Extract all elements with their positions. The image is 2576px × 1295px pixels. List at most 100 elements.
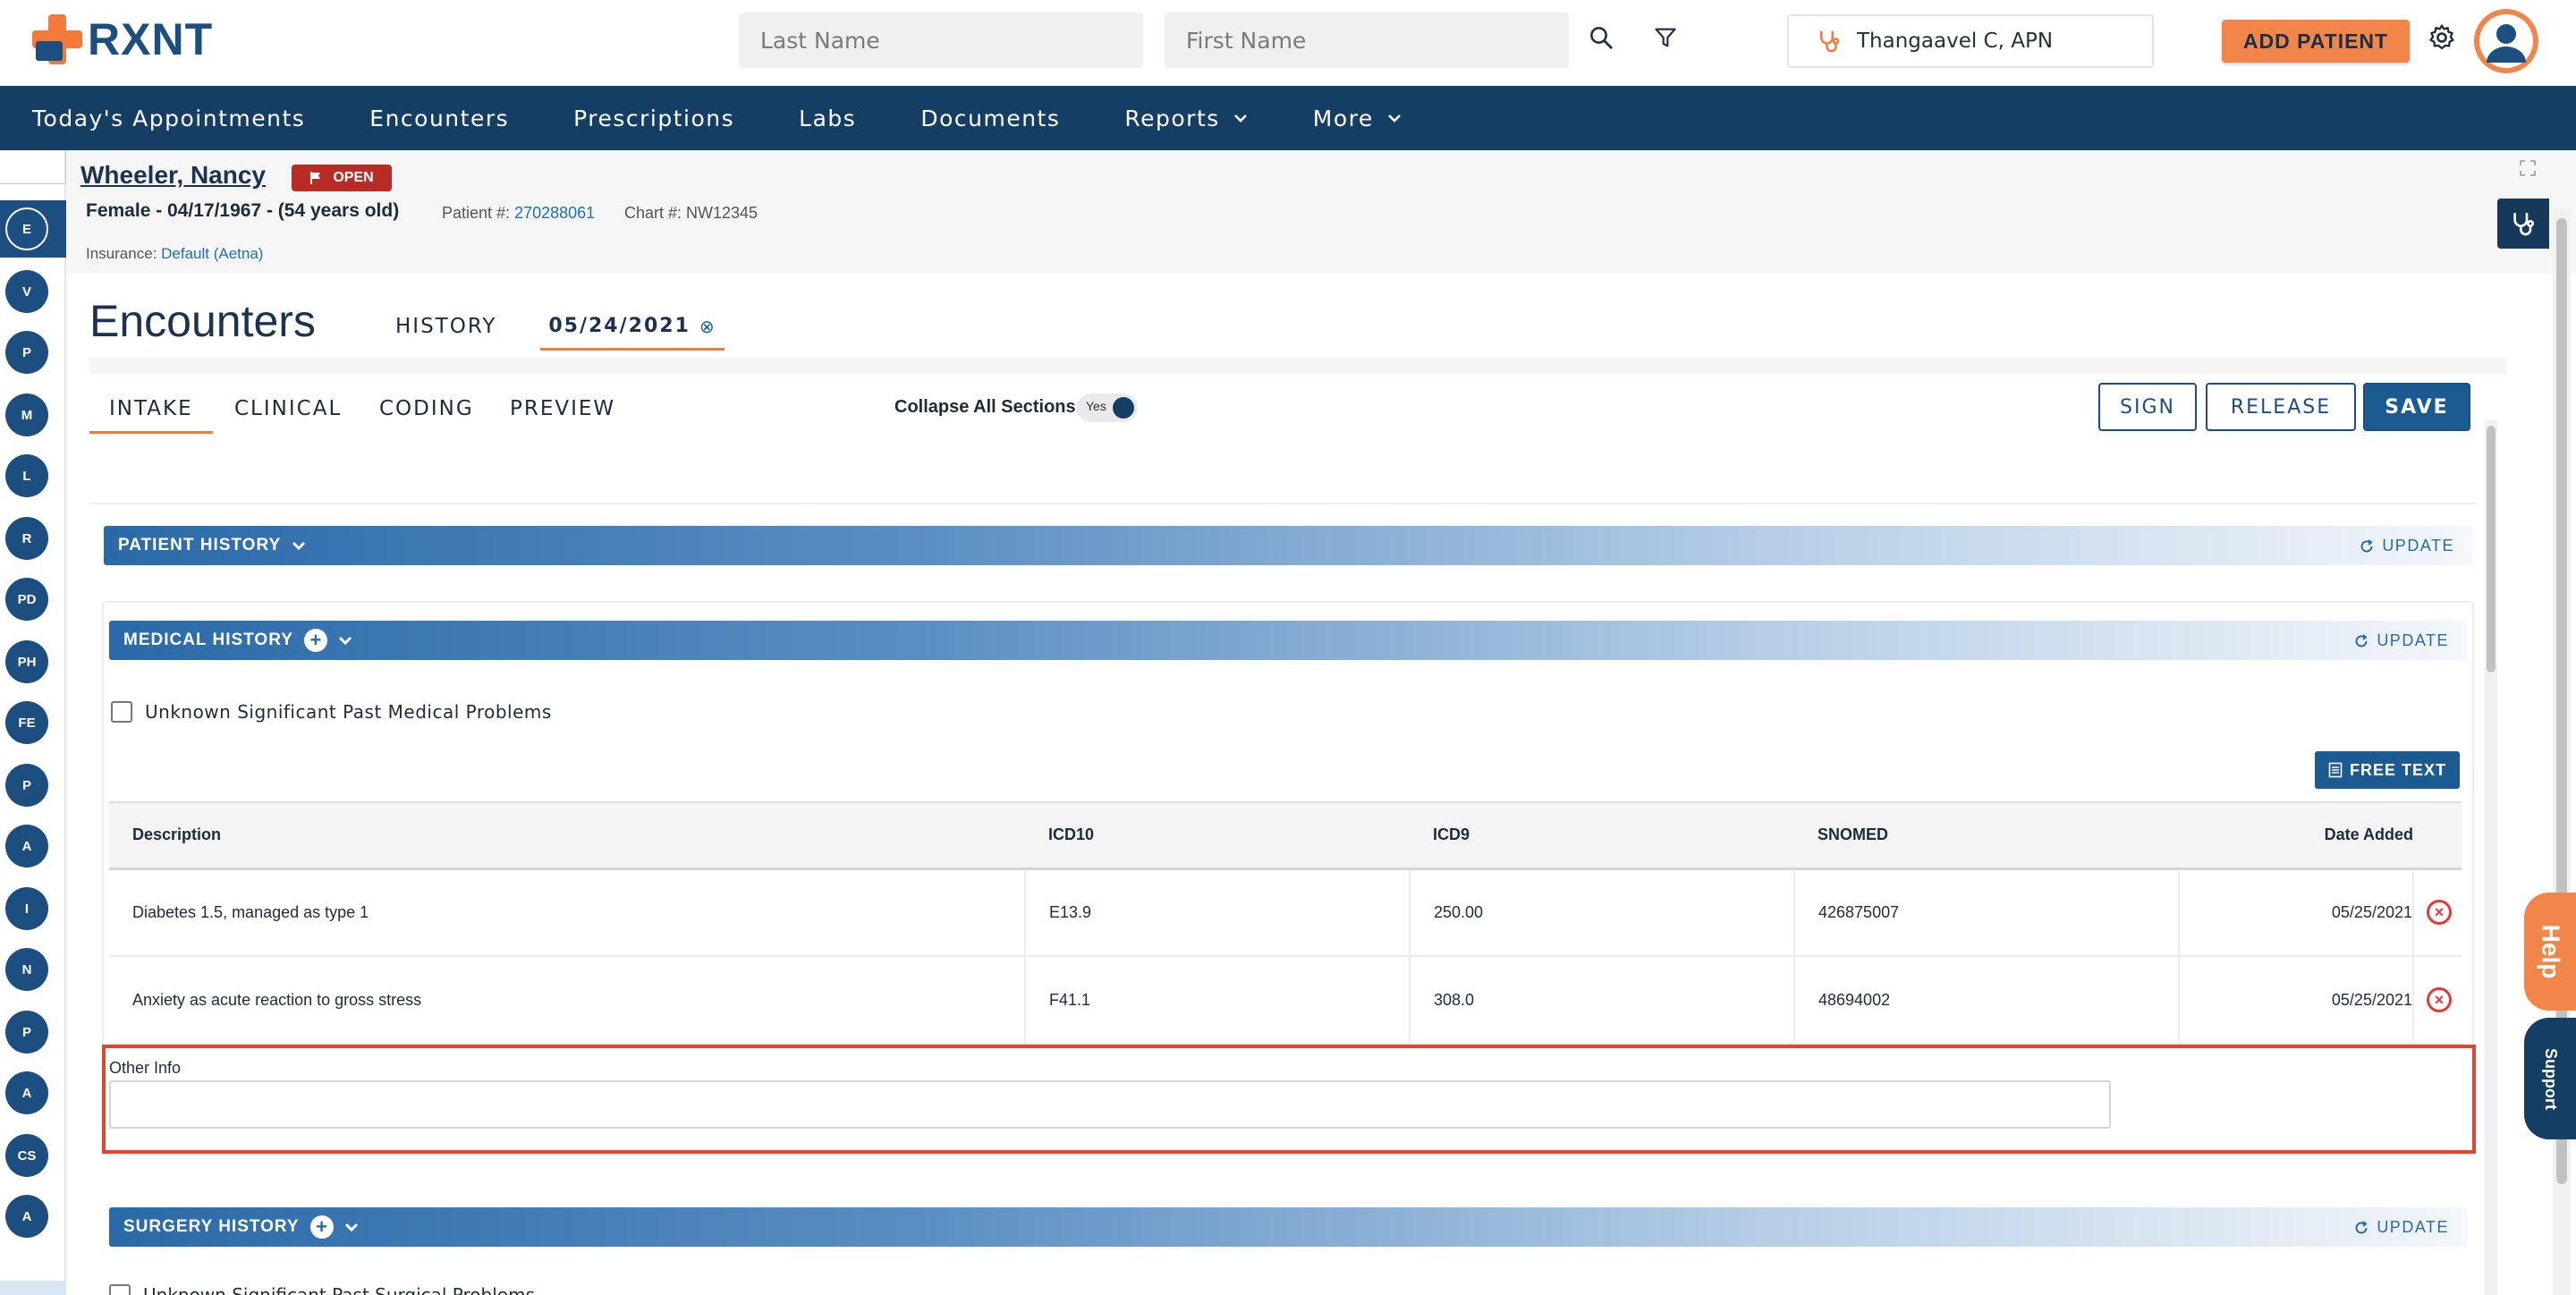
nav-reports[interactable]: Reports xyxy=(1124,106,1248,131)
cell-description: Diabetes 1.5, managed as type 1 xyxy=(109,868,1026,957)
surgery-history-section-header[interactable]: SURGERY HISTORY + UPDATE xyxy=(109,1207,2467,1247)
delete-row-icon[interactable]: × xyxy=(2427,987,2452,1012)
cell-snomed: 426875007 xyxy=(1794,868,2180,957)
last-name-input[interactable] xyxy=(739,13,1143,68)
tab-preview[interactable]: PREVIEW xyxy=(510,397,615,420)
search-icon[interactable] xyxy=(1583,20,1619,55)
support-button[interactable]: Support xyxy=(2524,1018,2576,1139)
add-surgery-history-icon[interactable]: + xyxy=(309,1215,334,1239)
column-header-description[interactable]: Description xyxy=(109,801,1025,870)
medical-history-update-button[interactable]: UPDATE xyxy=(2353,631,2449,650)
rail-button-a[interactable]: A xyxy=(5,825,48,868)
close-tab-icon[interactable]: ⊗ xyxy=(699,316,716,337)
rail-button-r[interactable]: R xyxy=(5,517,48,560)
insurance-link[interactable]: Default (Aetna) xyxy=(161,245,263,262)
refresh-icon xyxy=(2355,633,2368,647)
left-quick-rail: E V P M L R PD PH FE P A I N P A CS A xyxy=(0,150,66,1295)
nav-labs[interactable]: Labs xyxy=(799,106,856,131)
section-divider xyxy=(89,503,2476,504)
surgery-history-update-button[interactable]: UPDATE xyxy=(2353,1218,2449,1237)
flag-icon xyxy=(310,172,321,184)
rail-button-a2[interactable]: A xyxy=(5,1071,48,1114)
user-avatar[interactable] xyxy=(2474,9,2538,73)
rail-button-fe[interactable]: FE xyxy=(5,701,48,744)
chevron-down-icon xyxy=(338,636,352,646)
rail-button-m[interactable]: M xyxy=(5,394,48,436)
tab-history[interactable]: HISTORY xyxy=(395,315,496,338)
save-button[interactable]: SAVE xyxy=(2363,383,2470,431)
unknown-surgical-problems-row[interactable]: Unknown Significant Past Surgical Proble… xyxy=(109,1284,535,1295)
patient-number-link[interactable]: 270288061 xyxy=(514,204,595,222)
content-scrollbar-thumb[interactable] xyxy=(2487,426,2496,673)
column-header-date-added[interactable]: Date Added xyxy=(2179,801,2413,870)
table-row[interactable]: Diabetes 1.5, managed as type 1 E13.9 25… xyxy=(109,868,2462,957)
provider-selector[interactable]: Thangaavel C, APN xyxy=(1787,14,2154,68)
cell-actions: × xyxy=(2413,868,2462,957)
toggle-knob xyxy=(1113,397,1134,419)
expand-icon[interactable] xyxy=(2519,159,2537,181)
rail-button-p3[interactable]: P xyxy=(5,1011,48,1054)
cell-date-added: 05/25/2021 xyxy=(2179,868,2414,957)
nav-more[interactable]: More xyxy=(1313,106,1402,131)
tab-coding[interactable]: CODING xyxy=(379,397,474,420)
other-info-label: Other Info xyxy=(109,1059,182,1077)
patient-banner: Wheeler, Nancy OPEN Female - 04/17/1967 … xyxy=(66,150,2576,274)
patient-history-section-header[interactable]: PATIENT HISTORY UPDATE xyxy=(104,526,2472,565)
chevron-down-icon xyxy=(292,541,306,551)
patient-history-update-button[interactable]: UPDATE xyxy=(2359,537,2454,555)
first-name-input[interactable] xyxy=(1165,13,1569,68)
cell-icd10: E13.9 xyxy=(1025,868,1411,957)
rail-button-a3[interactable]: A xyxy=(5,1195,48,1238)
medical-history-section-header[interactable]: MEDICAL HISTORY + UPDATE xyxy=(109,621,2467,660)
delete-row-icon[interactable]: × xyxy=(2427,900,2452,926)
logo-cross-icon xyxy=(32,14,82,64)
content-scrollbar[interactable] xyxy=(2485,420,2497,1295)
release-button[interactable]: RELEASE xyxy=(2206,383,2356,431)
gear-icon[interactable] xyxy=(2424,20,2460,55)
cell-snomed: 48694002 xyxy=(1794,956,2180,1045)
sign-button[interactable]: SIGN xyxy=(2098,383,2197,431)
rail-button-pd[interactable]: PD xyxy=(5,578,48,621)
chart-number: Chart #: NW12345 xyxy=(624,204,758,222)
chevron-down-icon xyxy=(1387,114,1401,123)
patient-demographics: Female - 04/17/1967 - (54 years old) xyxy=(86,200,400,221)
rail-button-cs[interactable]: CS xyxy=(5,1134,48,1177)
tab-encounter-date[interactable]: 05/24/2021 ⊗ xyxy=(540,304,724,351)
document-icon xyxy=(2328,762,2343,778)
rail-button-v[interactable]: V xyxy=(5,270,48,313)
tab-intake[interactable]: INTAKE xyxy=(89,397,213,434)
collapse-all-toggle[interactable]: Yes xyxy=(1077,394,1138,422)
collapse-all-label: Collapse All Sections: xyxy=(894,397,1082,417)
rail-button-ph[interactable]: PH xyxy=(5,640,48,683)
nav-encounters[interactable]: Encounters xyxy=(369,106,509,131)
filter-icon[interactable] xyxy=(1648,20,1683,55)
tab-clinical[interactable]: CLINICAL xyxy=(234,397,342,420)
clinical-stethoscope-button[interactable] xyxy=(2497,199,2549,249)
top-header: RXNT Thangaavel C, APN ADD PATIENT xyxy=(0,0,2576,86)
column-header-icd10[interactable]: ICD10 xyxy=(1025,801,1410,870)
free-text-button[interactable]: FREE TEXT xyxy=(2315,751,2460,789)
rail-button-i[interactable]: I xyxy=(5,887,48,930)
nav-todays-appointments[interactable]: Today's Appointments xyxy=(32,106,305,131)
add-patient-button[interactable]: ADD PATIENT xyxy=(2222,20,2410,63)
unknown-medical-problems-checkbox[interactable] xyxy=(111,701,132,723)
table-row[interactable]: Anxiety as acute reaction to gross stres… xyxy=(109,956,2462,1045)
column-header-snomed[interactable]: SNOMED xyxy=(1794,801,2179,870)
nav-documents[interactable]: Documents xyxy=(920,106,1060,131)
column-header-icd9[interactable]: ICD9 xyxy=(1410,801,1794,870)
nav-prescriptions[interactable]: Prescriptions xyxy=(573,106,734,131)
patient-name-link[interactable]: Wheeler, Nancy xyxy=(80,161,266,190)
cell-icd9: 250.00 xyxy=(1410,868,1795,957)
other-info-input[interactable] xyxy=(109,1080,2111,1129)
unknown-medical-problems-row[interactable]: Unknown Significant Past Medical Problem… xyxy=(111,701,552,723)
unknown-surgical-problems-checkbox[interactable] xyxy=(109,1284,131,1295)
add-medical-history-icon[interactable]: + xyxy=(303,629,327,652)
rail-button-l[interactable]: L xyxy=(5,454,48,497)
rail-button-e[interactable]: E xyxy=(4,206,50,252)
page-title: Encounters xyxy=(89,296,316,346)
rail-button-p[interactable]: P xyxy=(5,331,48,374)
rail-button-p2[interactable]: P xyxy=(5,764,48,807)
help-button[interactable]: Help xyxy=(2524,893,2576,1011)
rxnt-logo[interactable]: RXNT xyxy=(32,14,213,64)
rail-button-n[interactable]: N xyxy=(5,948,48,991)
